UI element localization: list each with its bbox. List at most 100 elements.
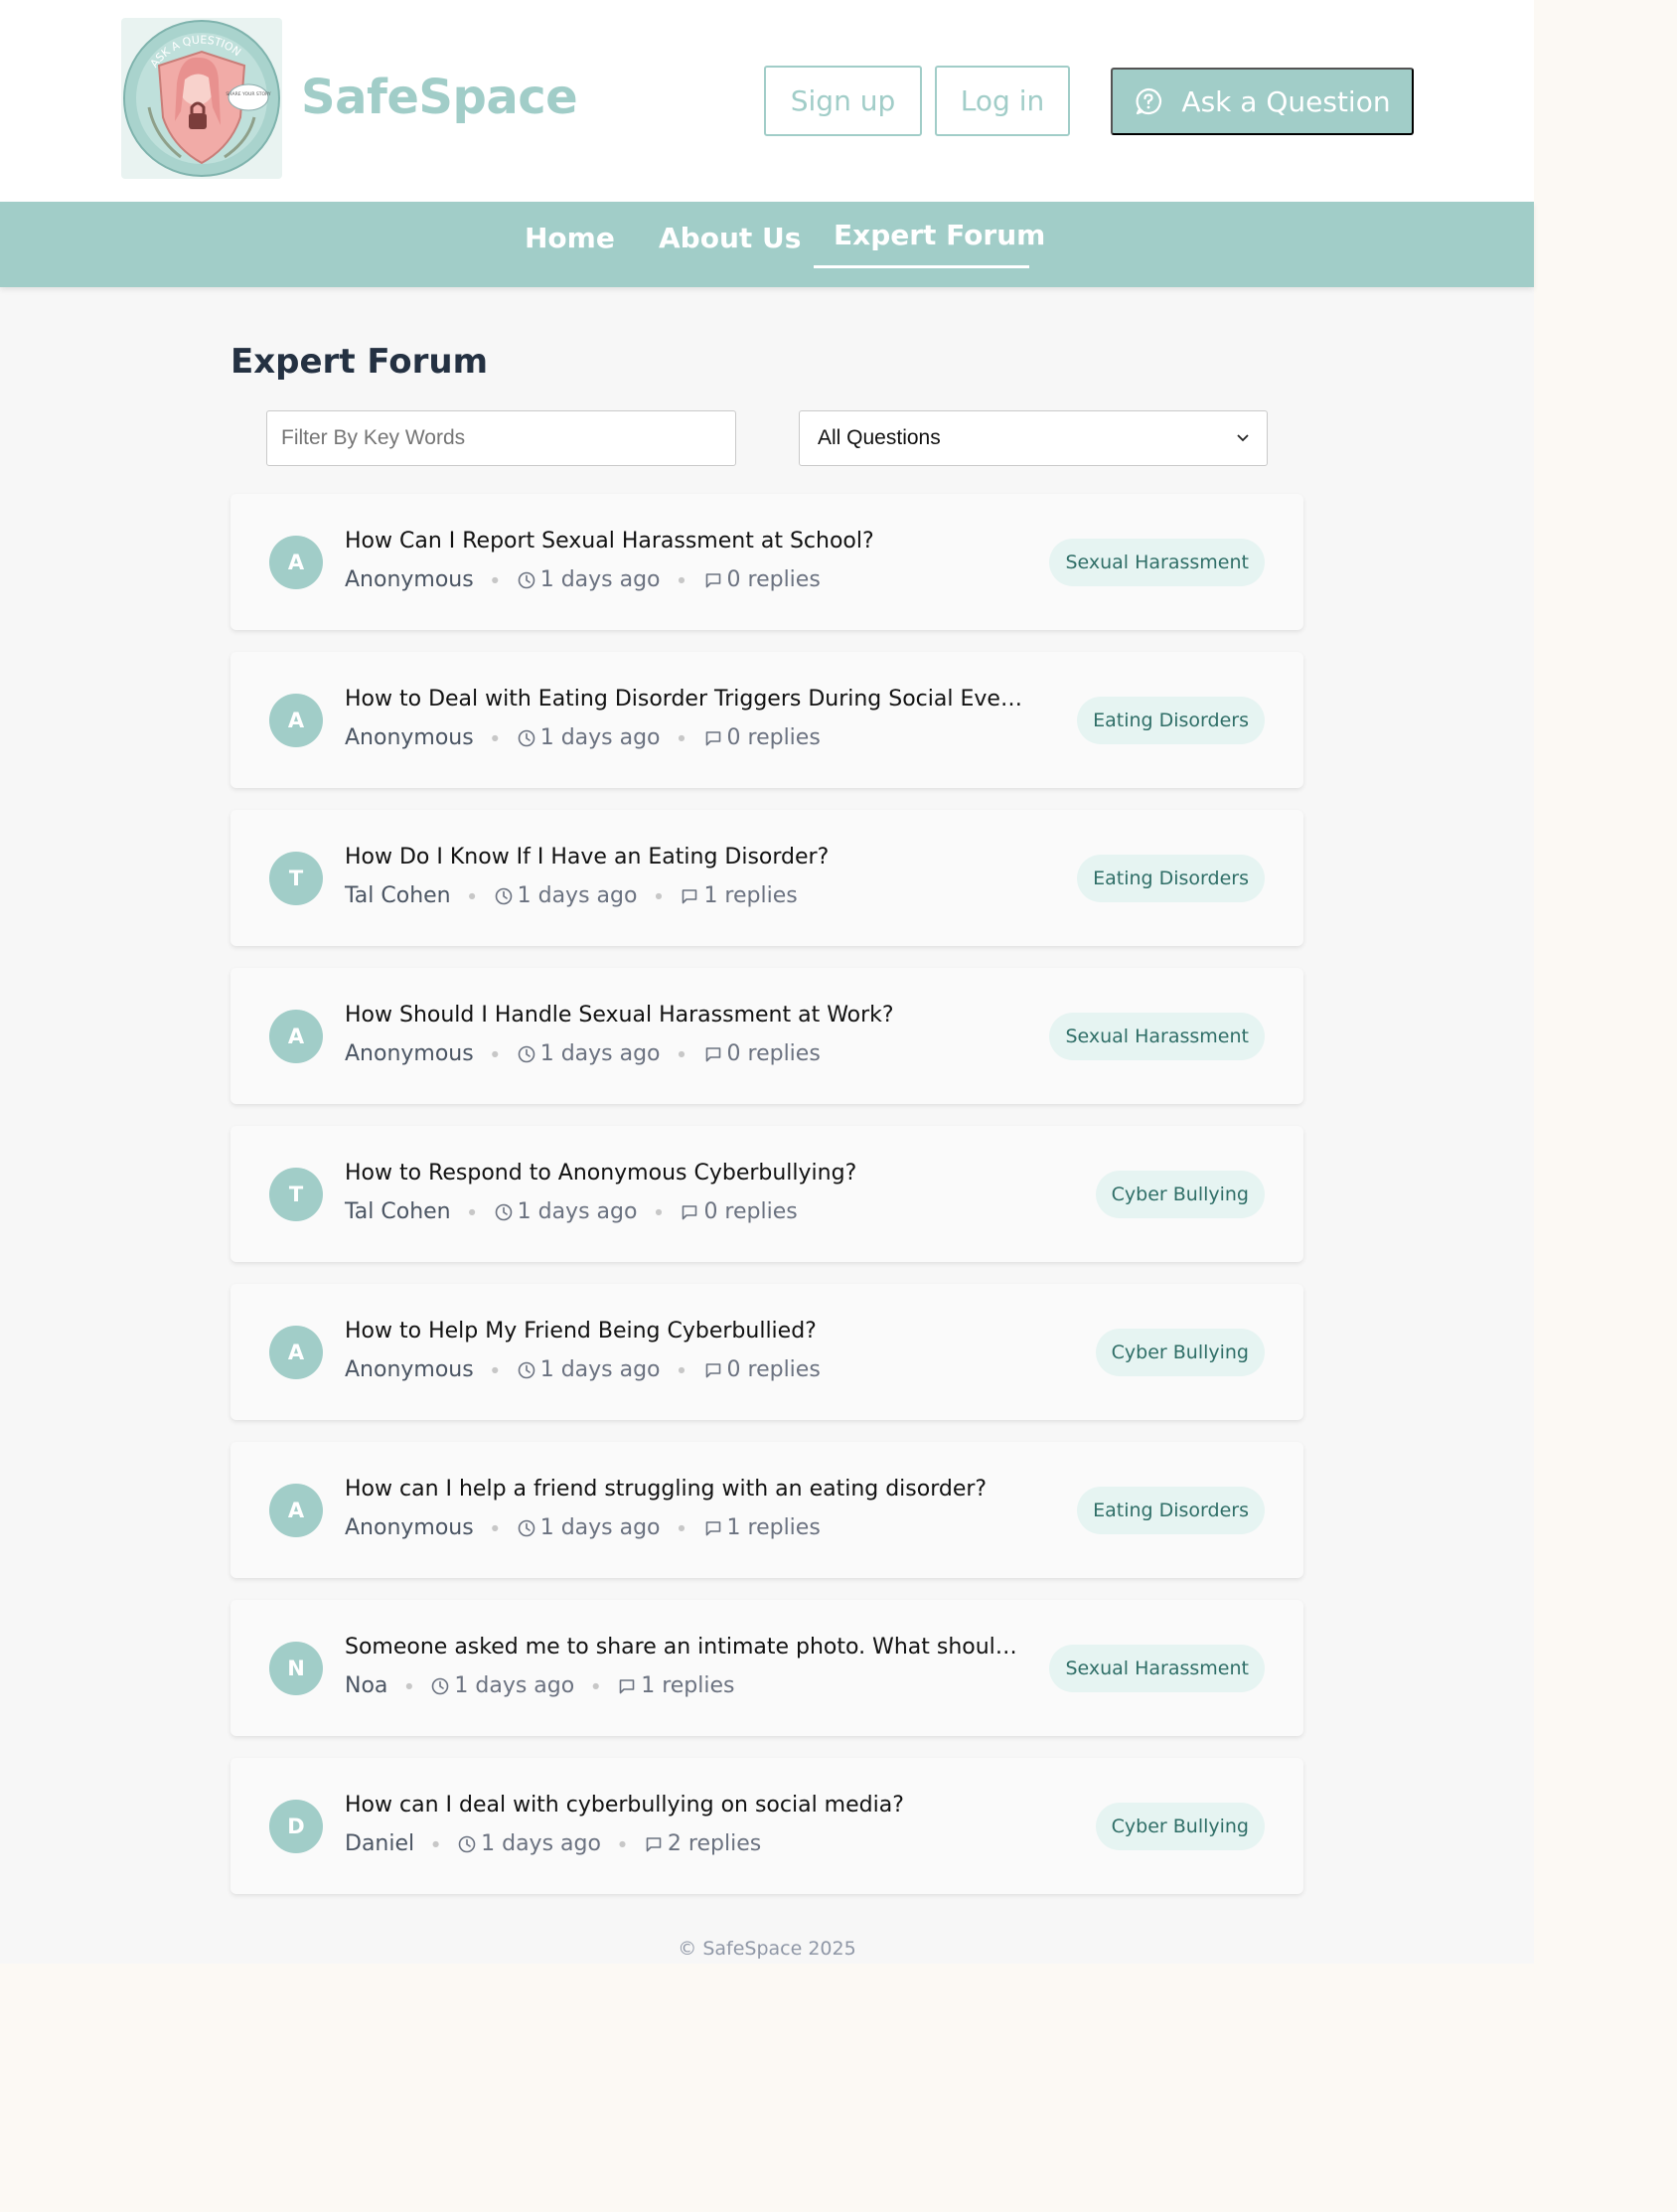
clock-icon — [517, 728, 536, 748]
question-list: A How Can I Report Sexual Harassment at … — [230, 494, 1303, 1916]
avatar-initial: A — [287, 1499, 305, 1522]
category-tag[interactable]: Sexual Harassment — [1049, 1645, 1265, 1692]
question-title[interactable]: How to Deal with Eating Disorder Trigger… — [345, 687, 1030, 711]
avatar: D — [269, 1800, 323, 1853]
avatar-initial: A — [287, 551, 305, 574]
comment-icon — [703, 570, 723, 590]
clock-icon — [494, 886, 514, 906]
login-button[interactable]: Log in — [935, 66, 1070, 136]
category-tag[interactable]: Cyber Bullying — [1095, 1171, 1265, 1218]
question-author: Noa — [345, 1673, 388, 1698]
main-nav: Home About Us Expert Forum — [0, 202, 1534, 287]
category-tag[interactable]: Sexual Harassment — [1049, 539, 1265, 586]
comment-icon — [703, 1518, 723, 1538]
question-title[interactable]: How can I deal with cyberbullying on soc… — [345, 1793, 1030, 1817]
question-title[interactable]: How Can I Report Sexual Harassment at Sc… — [345, 529, 1030, 553]
question-card[interactable]: A How Can I Report Sexual Harassment at … — [230, 494, 1303, 630]
question-replies: 1 replies — [641, 1673, 735, 1698]
question-replies: 1 replies — [726, 1515, 821, 1540]
avatar: T — [269, 1168, 323, 1221]
ask-question-label: Ask a Question — [1181, 84, 1391, 118]
active-nav-indicator — [814, 265, 1029, 268]
separator-dot: ● — [405, 1681, 413, 1690]
question-meta: Tal Cohen ● 1 days ago ● 1 replies — [345, 883, 798, 908]
avatar-initial: T — [288, 1183, 304, 1206]
clock-icon — [457, 1834, 477, 1854]
category-tag[interactable]: Sexual Harassment — [1049, 1013, 1265, 1060]
keyword-filter-input[interactable] — [266, 410, 736, 466]
separator-dot: ● — [655, 1207, 663, 1216]
clock-icon — [494, 1202, 514, 1222]
separator-dot: ● — [678, 575, 686, 584]
comment-icon — [617, 1676, 637, 1696]
question-author: Daniel — [345, 1831, 415, 1856]
avatar-initial: D — [287, 1815, 305, 1838]
question-time: 1 days ago — [481, 1831, 601, 1856]
question-time: 1 days ago — [539, 1041, 661, 1066]
nav-item-home[interactable]: Home — [525, 222, 615, 254]
question-author: Anonymous — [345, 1041, 474, 1066]
comment-icon — [703, 1044, 723, 1064]
separator-dot: ● — [678, 1365, 686, 1374]
question-card[interactable]: D How can I deal with cyberbullying on s… — [230, 1758, 1303, 1894]
question-title[interactable]: How Do I Know If I Have an Eating Disord… — [345, 845, 1030, 869]
nav-item-expert-forum[interactable]: Expert Forum — [834, 219, 1045, 251]
avatar: A — [269, 1010, 323, 1063]
question-card[interactable]: A How to Help My Friend Being Cyberbulli… — [230, 1284, 1303, 1420]
avatar: A — [269, 536, 323, 589]
nav-item-about-us[interactable]: About Us — [659, 222, 801, 254]
site-header: ASK A QUESTION SHARE YOUR STORY SafeSpac… — [0, 0, 1534, 202]
avatar-initial: A — [287, 1025, 305, 1048]
question-title[interactable]: How to Help My Friend Being Cyberbullied… — [345, 1319, 1030, 1343]
question-replies: 2 replies — [667, 1831, 762, 1856]
question-meta: Daniel ● 1 days ago ● 2 replies — [345, 1831, 761, 1856]
question-author: Anonymous — [345, 725, 474, 750]
question-card[interactable]: A How can I help a friend struggling wit… — [230, 1442, 1303, 1578]
separator-dot: ● — [491, 575, 499, 584]
separator-dot: ● — [592, 1681, 600, 1690]
separator-dot: ● — [655, 891, 663, 900]
category-tag[interactable]: Eating Disorders — [1077, 1487, 1265, 1534]
question-filter-select[interactable]: All Questions — [799, 410, 1268, 466]
question-card[interactable]: T How to Respond to Anonymous Cyberbully… — [230, 1126, 1303, 1262]
question-card[interactable]: T How Do I Know If I Have an Eating Diso… — [230, 810, 1303, 946]
category-tag[interactable]: Eating Disorders — [1077, 697, 1265, 744]
question-time: 1 days ago — [539, 725, 661, 750]
comment-icon — [680, 886, 699, 906]
filter-select-value: All Questions — [818, 426, 941, 449]
category-tag[interactable]: Cyber Bullying — [1095, 1803, 1265, 1850]
category-tag[interactable]: Cyber Bullying — [1095, 1329, 1265, 1376]
separator-dot: ● — [491, 1365, 499, 1374]
question-meta: Anonymous ● 1 days ago ● 0 replies — [345, 1357, 821, 1382]
avatar: N — [269, 1642, 323, 1695]
clock-icon — [517, 1044, 536, 1064]
question-time: 1 days ago — [539, 567, 661, 592]
site-logo[interactable]: ASK A QUESTION SHARE YOUR STORY — [121, 18, 282, 179]
question-author: Anonymous — [345, 567, 474, 592]
question-title[interactable]: How to Respond to Anonymous Cyberbullyin… — [345, 1161, 1030, 1185]
avatar: A — [269, 694, 323, 747]
question-author: Tal Cohen — [345, 883, 451, 908]
question-title[interactable]: How can I help a friend struggling with … — [345, 1477, 1030, 1501]
question-title[interactable]: How Should I Handle Sexual Harassment at… — [345, 1003, 1030, 1027]
question-card[interactable]: A How to Deal with Eating Disorder Trigg… — [230, 652, 1303, 788]
question-card[interactable]: A How Should I Handle Sexual Harassment … — [230, 968, 1303, 1104]
question-card[interactable]: N Someone asked me to share an intimate … — [230, 1600, 1303, 1736]
question-bubble-icon — [1134, 86, 1163, 116]
separator-dot: ● — [678, 1049, 686, 1058]
ask-question-button[interactable]: Ask a Question — [1111, 68, 1414, 135]
comment-icon — [703, 728, 723, 748]
avatar: A — [269, 1484, 323, 1537]
question-author: Anonymous — [345, 1357, 474, 1382]
signup-button[interactable]: Sign up — [764, 66, 922, 136]
question-time: 1 days ago — [517, 1199, 638, 1224]
comment-icon — [703, 1360, 723, 1380]
brand-name[interactable]: SafeSpace — [301, 70, 578, 125]
avatar: A — [269, 1326, 323, 1379]
avatar-initial: N — [287, 1657, 305, 1680]
category-tag[interactable]: Eating Disorders — [1077, 855, 1265, 902]
comment-icon — [644, 1834, 664, 1854]
page-title: Expert Forum — [230, 342, 489, 382]
question-title[interactable]: Someone asked me to share an intimate ph… — [345, 1635, 1030, 1659]
question-replies: 1 replies — [703, 883, 798, 908]
